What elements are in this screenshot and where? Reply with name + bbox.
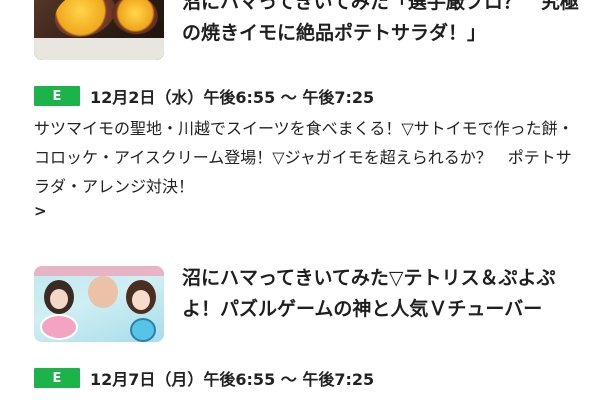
- airtime: 12月2日（水）午後6:55 〜 午後7:25: [90, 88, 375, 107]
- sweet-potato-image: [108, 0, 162, 39]
- program-meta: E 12月2日（水）午後6:55 〜 午後7:25: [34, 85, 374, 107]
- host-photo: [88, 276, 118, 308]
- host-photo: [126, 280, 156, 314]
- program-meta: E 12月7日（月）午後6:55 〜 午後7:25: [34, 367, 374, 389]
- program-title[interactable]: 沼にハマってきいてみた「選手厳ブロ？ 究極の焼きイモに絶品ポテトサラダ！」: [182, 0, 582, 49]
- host-photo: [44, 280, 74, 314]
- more-link[interactable]: >: [34, 202, 47, 220]
- program-list: 沼にハマってきいてみた「選手厳ブロ？ 究極の焼きイモに絶品ポテトサラダ！」 E …: [0, 0, 600, 400]
- channel-badge: E: [34, 368, 80, 388]
- program-thumbnail[interactable]: [34, 266, 164, 342]
- show-logo: [40, 314, 78, 340]
- airtime: 12月7日（月）午後6:55 〜 午後7:25: [90, 370, 375, 389]
- banner-stripe: [34, 266, 164, 276]
- program-description: サツマイモの聖地・川越でスイーツを食べまくる！▽サトイモで作った餅・コロッケ・ア…: [34, 119, 574, 196]
- channel-badge: E: [34, 86, 80, 106]
- program-title[interactable]: 沼にハマってきいてみた▽テトリス＆ぷよぷよ！パズルゲームの神と人気Ｖチューバー: [182, 263, 582, 325]
- program-thumbnail[interactable]: [34, 0, 164, 60]
- puyo-character-icon: [130, 318, 156, 342]
- plate-image: [34, 38, 164, 60]
